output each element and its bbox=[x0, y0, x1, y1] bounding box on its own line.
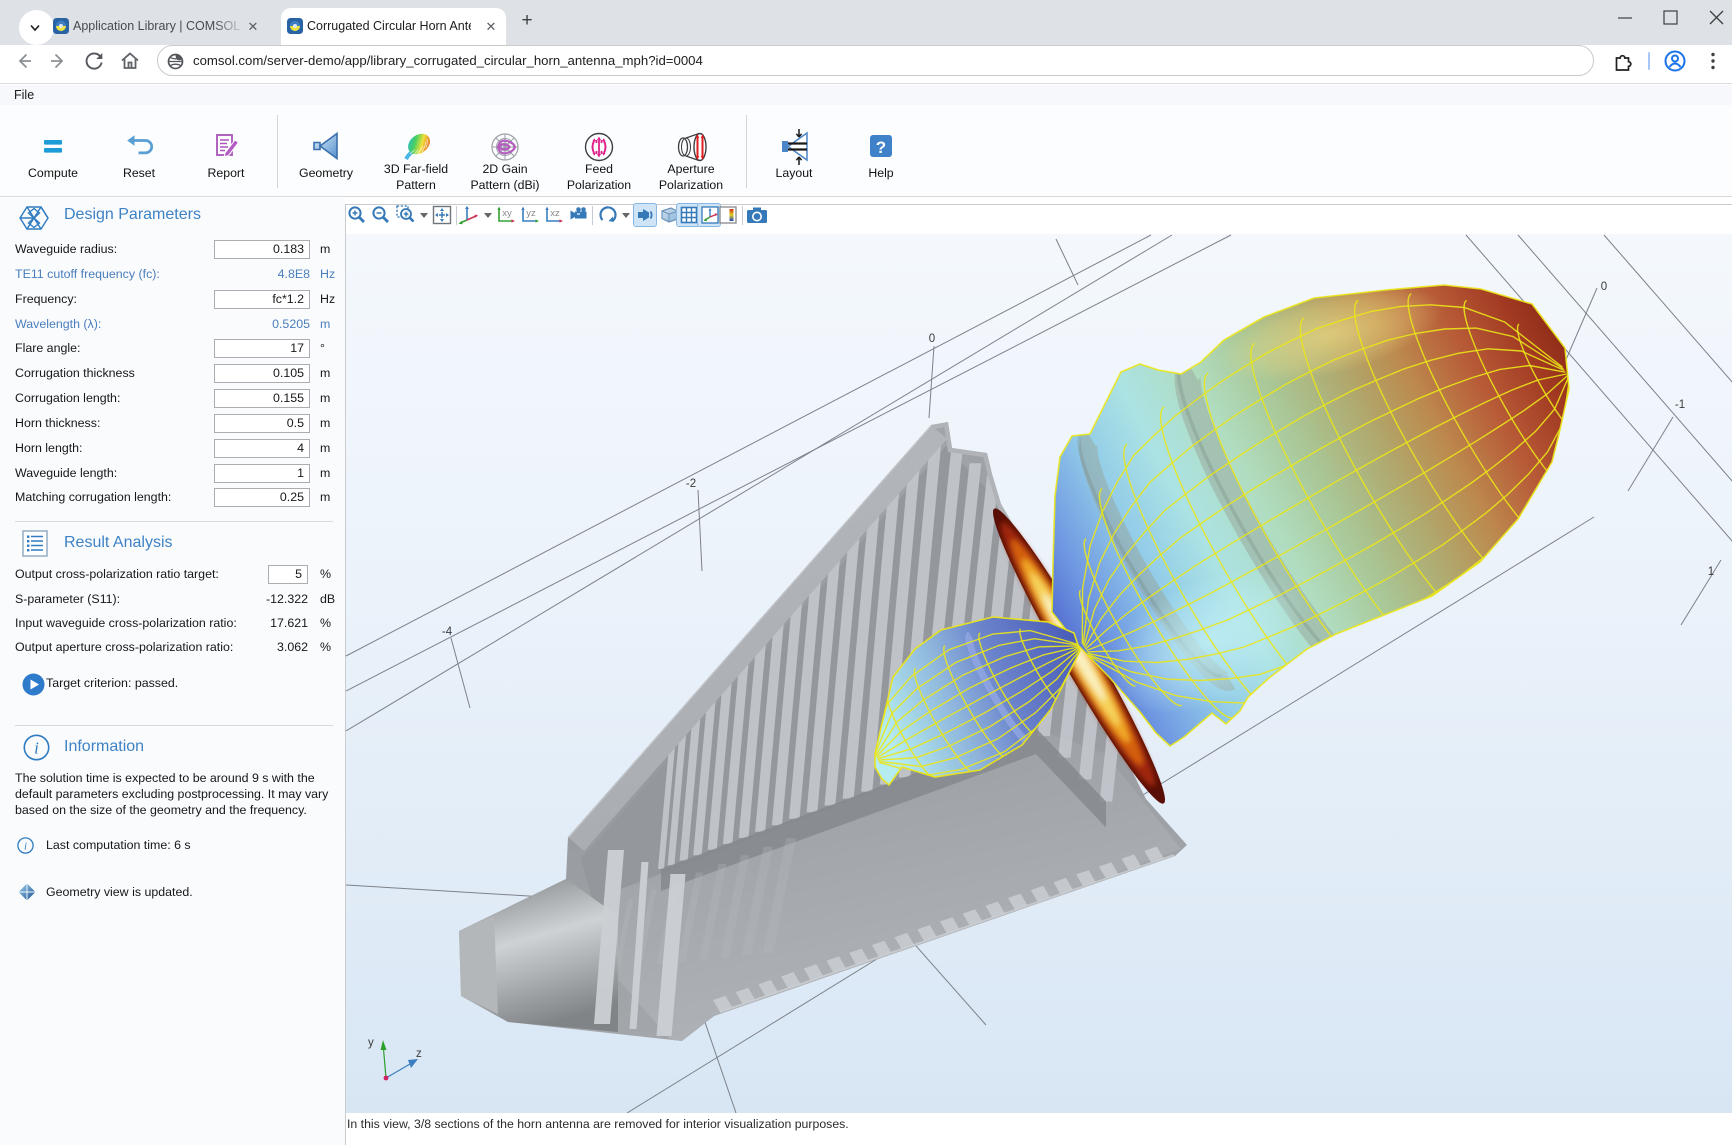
svg-text:xz: xz bbox=[550, 208, 560, 219]
svg-text:-2: -2 bbox=[686, 478, 696, 490]
svg-text:i: i bbox=[34, 739, 39, 758]
svg-text:0: 0 bbox=[929, 333, 935, 345]
svg-text:0: 0 bbox=[1601, 281, 1607, 293]
svg-text:yz: yz bbox=[526, 208, 536, 219]
svg-text:z: z bbox=[416, 1048, 422, 1060]
svg-text:xy: xy bbox=[502, 208, 512, 219]
svg-text:i: i bbox=[24, 841, 27, 853]
svg-text:1: 1 bbox=[1708, 566, 1714, 578]
svg-text:y: y bbox=[368, 1037, 374, 1049]
svg-text:-1: -1 bbox=[1675, 399, 1685, 411]
svg-text:-4: -4 bbox=[442, 626, 453, 638]
svg-text:?: ? bbox=[876, 138, 886, 157]
